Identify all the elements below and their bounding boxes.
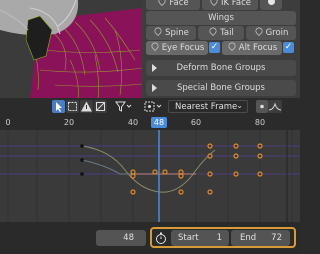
timeline-footer: 48 Start 1 End 72 bbox=[0, 222, 300, 254]
frame-ruler[interactable]: 0 20 40 60 80 48 bbox=[0, 116, 300, 130]
bone-group-icon bbox=[157, 0, 168, 6]
ruler-tick: 60 bbox=[190, 118, 202, 127]
collection-alt-focus[interactable]: Alt Focus bbox=[222, 41, 282, 55]
curve-icon[interactable] bbox=[268, 100, 282, 113]
bone-group-icon bbox=[209, 0, 219, 6]
eye-focus-checkbox[interactable]: ✓ bbox=[209, 42, 220, 53]
warning-icon[interactable] bbox=[80, 100, 93, 113]
bone-group-icon bbox=[153, 26, 164, 36]
start-frame-field[interactable]: Start 1 bbox=[171, 230, 229, 246]
collection-groin[interactable]: Groin bbox=[246, 26, 296, 40]
normalize-icon[interactable] bbox=[94, 100, 107, 113]
collection-eye-focus[interactable]: Eye Focus bbox=[146, 41, 208, 55]
collection-toggle[interactable] bbox=[260, 0, 282, 10]
pivot-icon[interactable] bbox=[143, 100, 163, 113]
current-frame-field[interactable]: 48 bbox=[96, 230, 146, 246]
end-frame-field[interactable]: End 72 bbox=[231, 230, 290, 246]
ruler-tick: 20 bbox=[63, 118, 75, 127]
current-frame-indicator[interactable]: 48 bbox=[151, 117, 167, 128]
dot-icon bbox=[267, 0, 275, 5]
collection-ik-face[interactable]: IK Face bbox=[202, 0, 258, 10]
ruler-tick: 0 bbox=[5, 118, 11, 127]
viewport-scene bbox=[0, 0, 142, 98]
bone-group-icon bbox=[208, 26, 219, 36]
collection-tail[interactable]: Tail bbox=[198, 26, 244, 40]
graph-editor-header: Nearest Frame ⌄ bbox=[0, 98, 300, 114]
ruler-tick: 80 bbox=[254, 118, 266, 127]
bone-group-icon bbox=[149, 41, 160, 51]
stopwatch-icon[interactable] bbox=[154, 231, 168, 245]
collection-wings[interactable]: Wings bbox=[146, 11, 296, 25]
bone-group-icon bbox=[253, 26, 264, 36]
alt-focus-checkbox[interactable]: ✓ bbox=[283, 42, 294, 53]
snap-mode-dropdown[interactable]: Nearest Frame ⌄ bbox=[168, 100, 248, 113]
select-cursor-icon[interactable] bbox=[52, 100, 65, 113]
special-bone-groups-panel[interactable]: Special Bone Groups bbox=[146, 80, 296, 96]
fcurve-canvas bbox=[0, 130, 300, 222]
collection-face[interactable]: Face bbox=[146, 0, 200, 10]
collection-spine[interactable]: Spine bbox=[146, 26, 196, 40]
bone-collections-panel: Face IK Face Wings Spine Tail Groin Eye … bbox=[142, 0, 300, 98]
box-select-icon[interactable] bbox=[66, 100, 79, 113]
filter-icon[interactable] bbox=[114, 100, 132, 113]
chevron-down-icon: ⌄ bbox=[236, 101, 243, 110]
ruler-tick: 40 bbox=[127, 118, 139, 127]
graph-editor-canvas[interactable] bbox=[0, 130, 300, 222]
3d-viewport[interactable] bbox=[0, 0, 142, 98]
proportional-icon[interactable] bbox=[256, 100, 268, 113]
bone-group-icon bbox=[226, 41, 237, 51]
deform-bone-groups-panel[interactable]: Deform Bone Groups bbox=[146, 60, 296, 76]
